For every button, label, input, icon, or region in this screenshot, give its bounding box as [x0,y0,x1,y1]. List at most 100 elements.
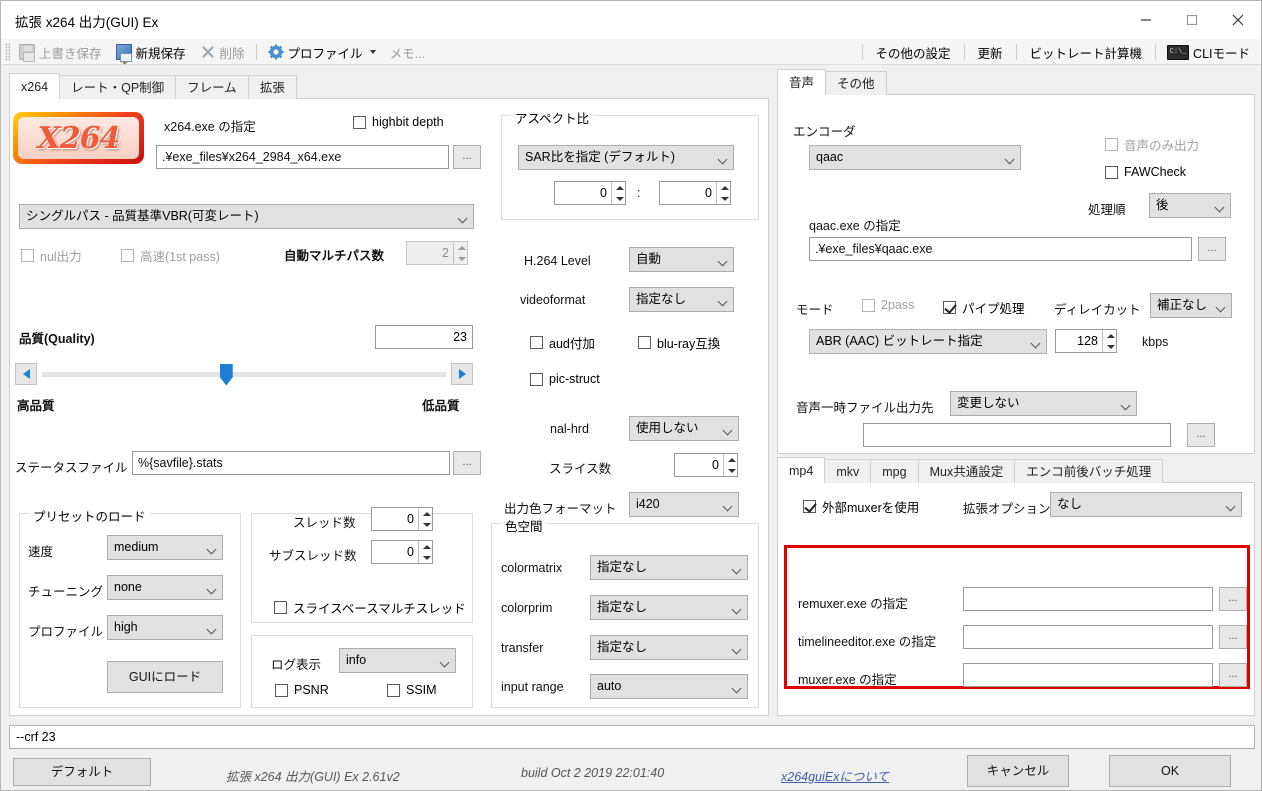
audio-bitrate-spin-buttons[interactable] [1102,330,1116,352]
aspect-den-stepper[interactable]: 0 [659,181,731,205]
aspect-den-spin-buttons[interactable] [716,182,730,204]
fast-first-pass-checkbox[interactable]: 高速(1st pass) [121,246,220,265]
close-button[interactable] [1215,1,1261,39]
memo-button[interactable]: メモ... [383,40,432,64]
nul-output-checkbox[interactable]: nul出力 [21,246,82,265]
h264-level-select[interactable]: 自動 [629,247,734,272]
tab-other[interactable]: その他 [825,71,887,95]
aspect-num-stepper[interactable]: 0 [554,181,626,205]
threads-stepper[interactable]: 0 [371,507,433,531]
x264-exe-browse-button[interactable]: ... [453,145,481,169]
audio-only-checkbox[interactable]: 音声のみ出力 [1105,135,1199,154]
highbit-depth-checkbox[interactable]: highbit depth [353,115,444,129]
update-button[interactable]: 更新 [969,43,1012,62]
encode-mode-select[interactable]: シングルパス - 品質基準VBR(可変レート) [19,204,474,229]
audio-temp-path-browse-button[interactable]: ... [1187,423,1215,447]
profile-select[interactable]: high [107,615,223,640]
audio-encoder-select[interactable]: qaac [809,145,1021,170]
audio-bitrate-stepper[interactable]: 128 [1055,329,1117,353]
tab-mpg[interactable]: mpg [870,459,919,483]
bitrate-calculator-button[interactable]: ビットレート計算機 [1021,43,1152,62]
tab-batch[interactable]: エンコ前後バッチ処理 [1014,459,1164,483]
aud-checkbox[interactable]: aud付加 [530,333,595,352]
videoformat-select[interactable]: 指定なし [629,287,734,312]
transfer-select[interactable]: 指定なし [590,635,748,660]
subthreads-stepper[interactable]: 0 [371,540,433,564]
auto-multipass-spin-buttons[interactable] [453,242,467,264]
audio-temp-dir-select[interactable]: 変更しない [950,391,1137,416]
aspect-num-spin-buttons[interactable] [611,182,625,204]
audio-exe-browse-button[interactable]: ... [1198,237,1226,261]
audio-exe-input[interactable]: .¥exe_files¥qaac.exe [809,237,1192,261]
slider-thumb[interactable] [219,363,233,386]
command-line-preview[interactable]: --crf 23 [9,725,1255,749]
slice-based-mt-checkbox[interactable]: スライスベースマルチスレッド [274,598,466,617]
fawcheck-checkbox[interactable]: FAWCheck [1105,165,1186,179]
maximize-button[interactable] [1169,1,1215,39]
tab-mkv[interactable]: mkv [824,459,872,483]
tab-mux-common[interactable]: Mux共通設定 [917,459,1016,483]
pipe-checkbox[interactable]: パイプ処理 [943,298,1025,317]
slider-track[interactable] [42,363,446,386]
quality-slider[interactable] [15,360,473,388]
pipe-box [943,301,956,314]
tab-extended[interactable]: 拡張 [247,75,297,99]
ext-option-select[interactable]: なし [1050,492,1242,517]
status-file-browse-button[interactable]: ... [453,451,481,475]
ssim-checkbox[interactable]: SSIM [387,683,437,697]
process-order-select[interactable]: 後 [1149,193,1231,218]
remuxer-exe-browse-button[interactable]: ... [1219,587,1247,611]
threads-spin-buttons[interactable] [418,508,432,530]
status-file-input[interactable]: %{savfile}.stats [132,451,450,475]
tab-rate-qp[interactable]: レート・QP制御 [59,75,177,99]
save-new-button[interactable]: 新規保存 [109,40,193,65]
tab-audio[interactable]: 音声 [777,69,827,95]
input-range-select[interactable]: auto [590,674,748,699]
quality-value-input[interactable]: 23 [375,325,473,349]
tab-x264[interactable]: x264 [9,73,61,99]
preset-group-label: プリセットのロード [29,506,150,525]
save-overwrite-button[interactable]: 上書き保存 [12,40,109,64]
ok-button[interactable]: OK [1109,755,1231,787]
about-link[interactable]: x264guiExについて [781,766,889,785]
output-colorformat-select[interactable]: i420 [629,492,739,517]
twopass-checkbox[interactable]: 2pass [862,298,914,312]
cancel-button[interactable]: キャンセル [967,755,1069,787]
pic-struct-checkbox[interactable]: pic-struct [530,372,600,386]
log-level-select[interactable]: info [339,648,456,673]
muxer-exe-input[interactable] [963,663,1213,687]
subthreads-spin-buttons[interactable] [418,541,432,563]
audio-bitrate-mode-select[interactable]: ABR (AAC) ビットレート指定 [809,329,1047,354]
nal-hrd-select[interactable]: 使用しない [629,416,739,441]
minimize-button[interactable] [1123,1,1169,39]
other-settings-button[interactable]: その他の設定 [867,43,960,62]
delete-button[interactable]: 削除 [193,40,252,64]
timelineeditor-exe-input[interactable] [963,625,1213,649]
audio-temp-path-input[interactable] [863,423,1171,447]
bluray-checkbox[interactable]: blu-ray互換 [638,333,720,352]
aspect-mode-select[interactable]: SAR比を指定 (デフォルト) [518,145,734,170]
tab-mp4[interactable]: mp4 [777,457,826,483]
psnr-checkbox[interactable]: PSNR [275,683,329,697]
cli-mode-button[interactable]: C:\_ CLIモード [1160,40,1257,64]
slices-stepper[interactable]: 0 [674,453,738,477]
colorprim-select[interactable]: 指定なし [590,595,748,620]
x264-exe-input[interactable]: .¥exe_files¥x264_2984_x64.exe [156,145,449,169]
speed-select[interactable]: medium [107,535,223,560]
timelineeditor-exe-browse-button[interactable]: ... [1219,625,1247,649]
toolbar-grip[interactable] [5,43,10,61]
slider-right-button[interactable] [451,363,473,385]
load-to-gui-button[interactable]: GUIにロード [107,661,223,693]
slider-left-button[interactable] [15,363,37,385]
use-external-muxer-checkbox[interactable]: 外部muxerを使用 [803,497,919,516]
muxer-exe-browse-button[interactable]: ... [1219,663,1247,687]
colormatrix-select[interactable]: 指定なし [590,555,748,580]
remuxer-exe-input[interactable] [963,587,1213,611]
auto-multipass-stepper[interactable]: 2 [406,241,468,265]
delaycut-select[interactable]: 補正なし [1150,293,1232,318]
profile-button[interactable]: プロファイル [261,40,383,64]
slices-spin-buttons[interactable] [723,454,737,476]
default-button[interactable]: デフォルト [13,758,151,786]
tab-frame[interactable]: フレーム [175,75,249,99]
tuning-select[interactable]: none [107,575,223,600]
